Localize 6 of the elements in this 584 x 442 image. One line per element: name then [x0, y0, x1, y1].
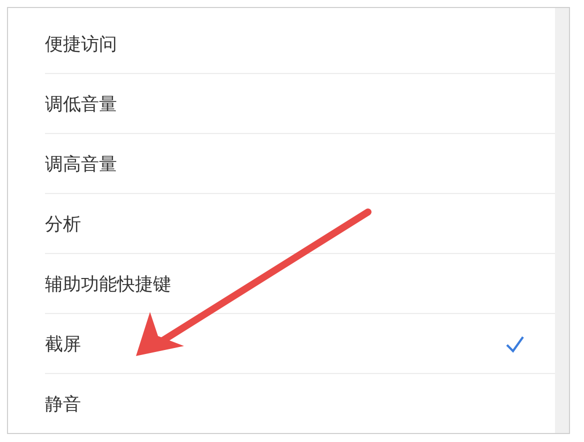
- option-row[interactable]: 调低音量: [45, 74, 555, 134]
- option-row[interactable]: 调高音量: [45, 134, 555, 194]
- option-row[interactable]: 静音: [45, 374, 555, 433]
- option-row[interactable]: 分析: [45, 194, 555, 254]
- option-row[interactable]: 辅助功能快捷键: [45, 254, 555, 314]
- option-row[interactable]: 便捷访问: [45, 14, 555, 74]
